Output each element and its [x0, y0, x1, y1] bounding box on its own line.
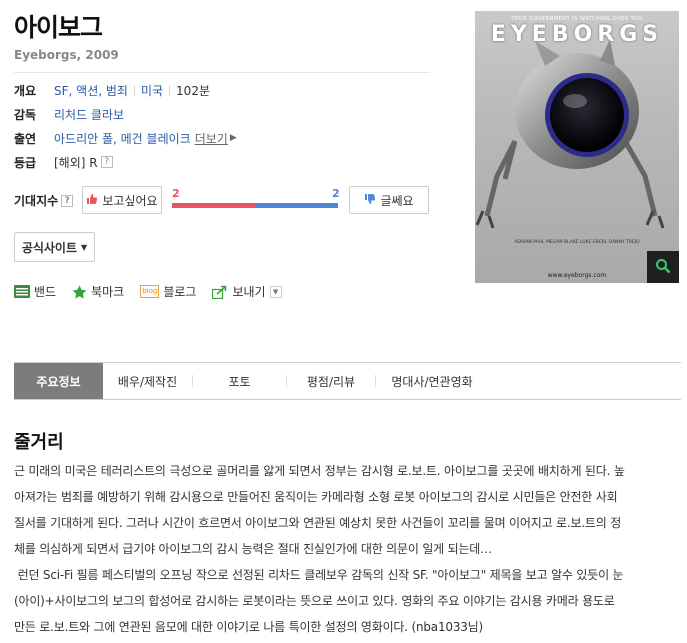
- expectation-label: 기대지수: [14, 194, 59, 208]
- synopsis-line: 근 미래의 미국은 테러리스트의 극성으로 골머리를 앓게 되면서 정부는 감시…: [14, 464, 625, 478]
- like-count: 2: [172, 187, 180, 200]
- movie-subtitle: Eyeborgs, 2009: [14, 48, 119, 62]
- chevron-down-icon[interactable]: ▼: [269, 285, 282, 298]
- synopsis-line: 체를 의심하게 되면서 급기야 아이보그의 감시 능력은 절대 진실인가에 대한…: [14, 542, 492, 556]
- tab-main-info[interactable]: 주요정보: [14, 363, 103, 399]
- dislike-count: 2: [332, 187, 340, 200]
- share-band[interactable]: 밴드: [14, 283, 56, 300]
- like-bar: [172, 203, 255, 208]
- dislike-bar: [255, 203, 338, 208]
- movie-poster[interactable]: YOUR GOVERNMENT IS WATCHING OVER YOU EYE…: [475, 11, 679, 283]
- director-link[interactable]: 리처드 클라보: [54, 106, 124, 123]
- thumbs-up-icon: [86, 193, 98, 208]
- chevron-right-icon: ▶: [229, 133, 237, 143]
- synopsis-title: 줄거리: [14, 432, 64, 453]
- synopsis-line: 질서를 기대하게 된다. 그러나 시간이 흐르면서 아이보그와 연관된 예상치 …: [14, 516, 622, 530]
- rating-value: [해외] R: [54, 155, 98, 170]
- tab-quotes-related[interactable]: 명대사/연관영화: [376, 363, 488, 399]
- tab-cast-crew[interactable]: 배우/제작진: [103, 363, 192, 399]
- info-rating: 등급 [해외] R ?: [14, 153, 113, 171]
- divider: [14, 72, 430, 73]
- band-label: 밴드: [34, 285, 57, 299]
- genre-link[interactable]: SF, 액션, 범죄: [54, 82, 128, 99]
- separator: [133, 84, 135, 96]
- cast-more-link[interactable]: 더보기: [195, 130, 228, 147]
- help-icon[interactable]: ?: [61, 194, 74, 207]
- star-icon: [72, 285, 87, 299]
- synopsis-line: 아져가는 범죄를 예방하기 위해 감시용으로 만들어진 움직이는 카메라형 소형…: [14, 490, 618, 504]
- cast-link[interactable]: 아드리안 폴, 메건 블레이크: [54, 130, 191, 147]
- bookmark-label: 북마크: [91, 285, 125, 299]
- share-blog[interactable]: blog 블로그: [140, 283, 196, 300]
- thumbs-down-icon: [364, 193, 376, 208]
- blog-icon: blog: [140, 285, 160, 298]
- director-label: 감독: [14, 107, 37, 122]
- zoom-button[interactable]: [647, 251, 679, 283]
- share-send[interactable]: 보내기 ▼: [212, 283, 282, 300]
- runtime: 102분: [176, 83, 210, 98]
- separator: [169, 84, 171, 96]
- share-bookmark[interactable]: 북마크: [72, 283, 124, 300]
- tab-bar: 주요정보 배우/제작진 포토 평점/리뷰 명대사/연관영화: [14, 362, 681, 400]
- synopsis-line: 만든 로.보.트와 그에 연관된 음모에 대한 이야기로 나름 특이한 설정의 …: [14, 620, 484, 634]
- robot-illustration: ADRIAN PAUL MEGAN BLAKE LUKE EBERL DANNY…: [475, 39, 665, 279]
- magnifier-icon: [655, 258, 671, 277]
- official-site-button[interactable]: 공식사이트 ▼: [14, 232, 95, 262]
- help-icon[interactable]: ?: [100, 156, 113, 168]
- cast-label: 출연: [14, 131, 37, 146]
- info-director: 감독 리처드 클라보: [14, 105, 124, 123]
- share-bar: 밴드 북마크 blog 블로그 보내기 ▼: [14, 283, 298, 300]
- send-label: 보내기: [232, 285, 266, 299]
- overview-label: 개요: [14, 83, 37, 98]
- band-icon: [14, 285, 30, 298]
- rating-label: 등급: [14, 155, 37, 170]
- info-cast: 출연 아드리안 폴, 메건 블레이크 더보기 ▶: [14, 129, 237, 147]
- synopsis-line: 런던 Sci-Fi 필름 페스티벌의 오프닝 작으로 선정된 리차드 클레보우 …: [14, 568, 624, 582]
- tab-reviews[interactable]: 평점/리뷰: [287, 363, 375, 399]
- synopsis-text: 근 미래의 미국은 테러리스트의 극성으로 골머리를 앓게 되면서 정부는 감시…: [14, 458, 681, 640]
- dislike-label: 글쎄요: [380, 193, 414, 208]
- dislike-button[interactable]: 글쎄요: [349, 186, 429, 214]
- like-label: 보고싶어요: [102, 193, 158, 208]
- like-button[interactable]: 보고싶어요: [82, 186, 162, 214]
- caret-down-icon: ▼: [81, 242, 88, 252]
- tab-photo[interactable]: 포토: [193, 363, 286, 399]
- svg-text:ADRIAN PAUL MEGAN BLAKE LUKE: ADRIAN PAUL MEGAN BLAKE LUKE EBERL DANNY…: [514, 239, 640, 245]
- country-link[interactable]: 미국: [141, 82, 163, 99]
- synopsis-line: (아이)+사이보그의 보그의 합성어로 감시하는 로봇이라는 뜻으로 쓰이고 있…: [14, 594, 615, 608]
- info-overview: 개요 SF, 액션, 범죄 미국 102분: [14, 81, 210, 99]
- share-arrow-icon: [212, 285, 228, 299]
- official-site-label: 공식사이트: [21, 240, 78, 255]
- expectation-label-wrap: 기대지수 ?: [14, 192, 74, 209]
- svg-text:www.eyeborgs.com: www.eyeborgs.com: [548, 272, 607, 279]
- blog-label: 블로그: [163, 285, 197, 299]
- movie-title: 아이보그: [14, 13, 103, 42]
